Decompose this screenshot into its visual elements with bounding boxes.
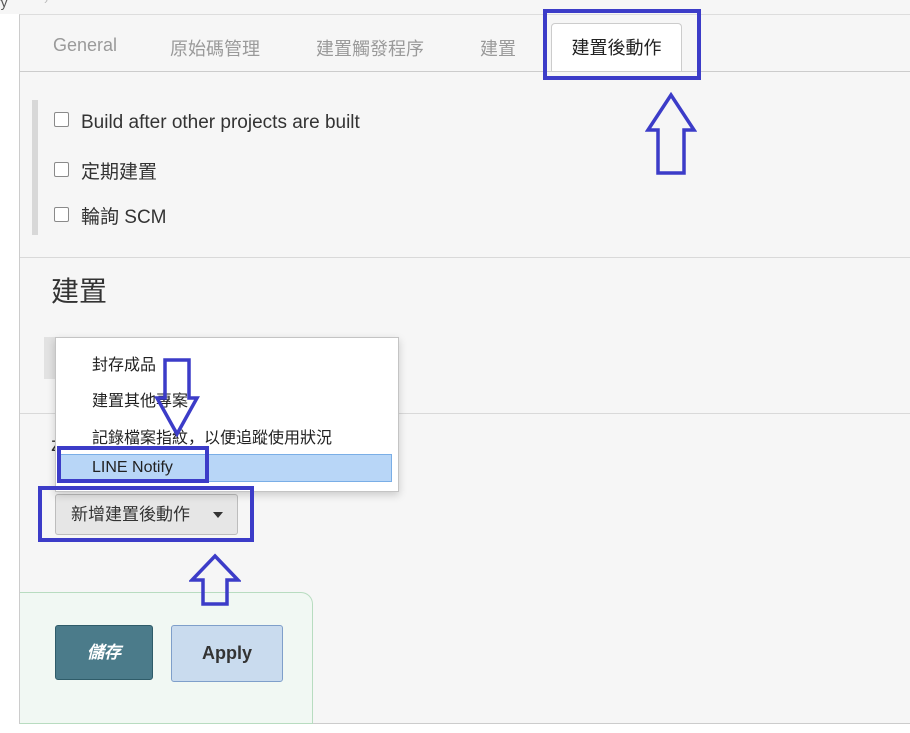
checkbox[interactable]	[54, 207, 69, 223]
tab-general[interactable]: General	[53, 35, 117, 56]
arrow-up-icon	[645, 92, 697, 175]
trigger-option-label: Build after other projects are built	[81, 112, 360, 133]
build-triggers-section: Build after other projects are built 定期建…	[32, 100, 898, 235]
save-bar: 儲存 Apply	[20, 592, 313, 724]
arrow-down-icon	[154, 358, 200, 437]
save-button[interactable]: 儲存	[55, 625, 153, 680]
trigger-option-label: 定期建置	[81, 162, 158, 183]
checkbox[interactable]	[54, 112, 69, 128]
trigger-option-periodic[interactable]: 定期建置	[54, 157, 157, 184]
menu-item-archive-artifacts[interactable]: 封存成品	[92, 351, 156, 375]
arrow-up-icon	[189, 553, 241, 606]
trigger-option-label: 輪詢 SCM	[81, 207, 167, 228]
breadcrumb-separator-icon: ›	[44, 0, 48, 7]
apply-button[interactable]: Apply	[171, 625, 283, 682]
trigger-option-poll-scm[interactable]: 輪詢 SCM	[54, 202, 167, 229]
checkbox[interactable]	[54, 162, 69, 178]
top-strip	[0, 0, 910, 14]
tab-build[interactable]: 建置	[480, 35, 516, 61]
annotation-box-tab	[543, 9, 701, 80]
section-divider	[20, 257, 910, 258]
tab-build-triggers[interactable]: 建置觸發程序	[316, 35, 424, 61]
breadcrumb-fragment[interactable]: ry	[0, 0, 8, 10]
annotation-box-line-notify	[57, 446, 209, 483]
build-section-title: 建置	[51, 276, 108, 307]
tab-source-code-management[interactable]: 原始碼管理	[170, 35, 260, 61]
annotation-box-add-button	[38, 486, 254, 542]
config-tab-bar: General 原始碼管理 建置觸發程序 建置 建置後動作	[20, 15, 910, 72]
menu-item-record-fingerprints[interactable]: 記錄檔案指紋，以便追蹤使用狀況	[92, 424, 332, 448]
trigger-option-build-after-other[interactable]: Build after other projects are built	[54, 112, 360, 134]
